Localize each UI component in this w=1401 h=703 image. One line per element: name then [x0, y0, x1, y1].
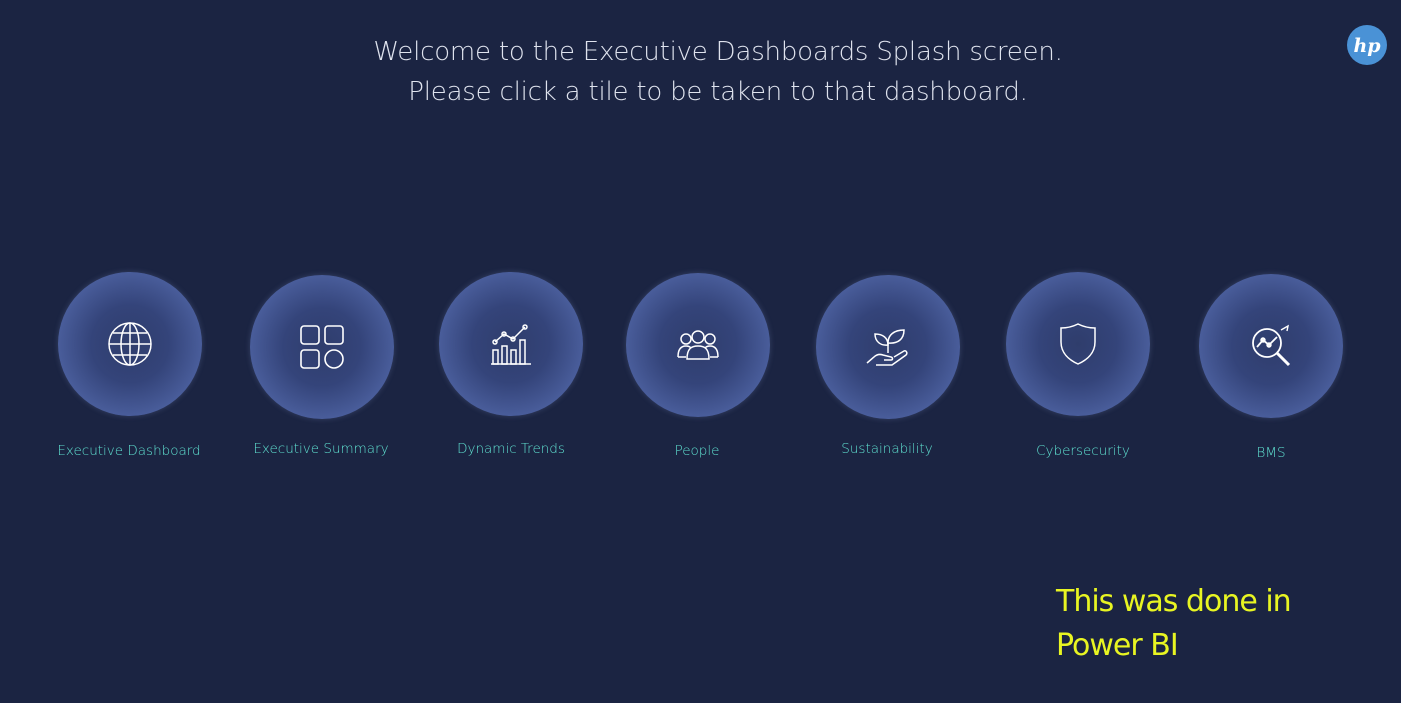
power-bi-note-line-2: Power BI: [1056, 628, 1179, 663]
magnify-chart-icon: [1247, 322, 1295, 370]
power-bi-note-line-1: This was done in: [1056, 584, 1292, 619]
hp-logo-text: hp: [1353, 35, 1381, 57]
tile-executive-summary[interactable]: [250, 275, 394, 419]
apps-grid-icon: [298, 323, 346, 371]
power-bi-note: This was done in Power BI: [1056, 580, 1292, 668]
welcome-line-1: Welcome to the Executive Dashboards Spla…: [373, 37, 1063, 67]
globe-icon: [106, 320, 154, 368]
splash-screen: Welcome to the Executive Dashboards Spla…: [0, 0, 1401, 703]
welcome-heading: Welcome to the Executive Dashboards Spla…: [0, 32, 1401, 112]
tile-sustainability[interactable]: [816, 275, 960, 419]
tile-dynamic-trends[interactable]: [439, 272, 583, 416]
tile-label-bms[interactable]: BMS: [1171, 445, 1371, 461]
hp-logo-icon: hp: [1347, 25, 1387, 65]
tile-label-cybersecurity[interactable]: Cybersecurity: [983, 443, 1183, 459]
tile-label-executive-summary[interactable]: Executive Summary: [221, 441, 421, 457]
tile-bms[interactable]: [1199, 274, 1343, 418]
people-group-icon: [674, 321, 722, 369]
tile-label-executive-dashboard[interactable]: Executive Dashboard: [29, 443, 229, 459]
tile-label-people[interactable]: People: [597, 443, 797, 459]
shield-icon: [1054, 320, 1102, 368]
welcome-line-2: Please click a tile to be taken to that …: [408, 77, 1028, 107]
tile-executive-dashboard[interactable]: [58, 272, 202, 416]
tile-label-sustainability[interactable]: Sustainability: [787, 441, 987, 457]
plant-hand-icon: [864, 323, 912, 371]
tile-people[interactable]: [626, 273, 770, 417]
tile-label-dynamic-trends[interactable]: Dynamic Trends: [411, 441, 611, 457]
trend-chart-icon: [487, 320, 535, 368]
tile-cybersecurity[interactable]: [1006, 272, 1150, 416]
